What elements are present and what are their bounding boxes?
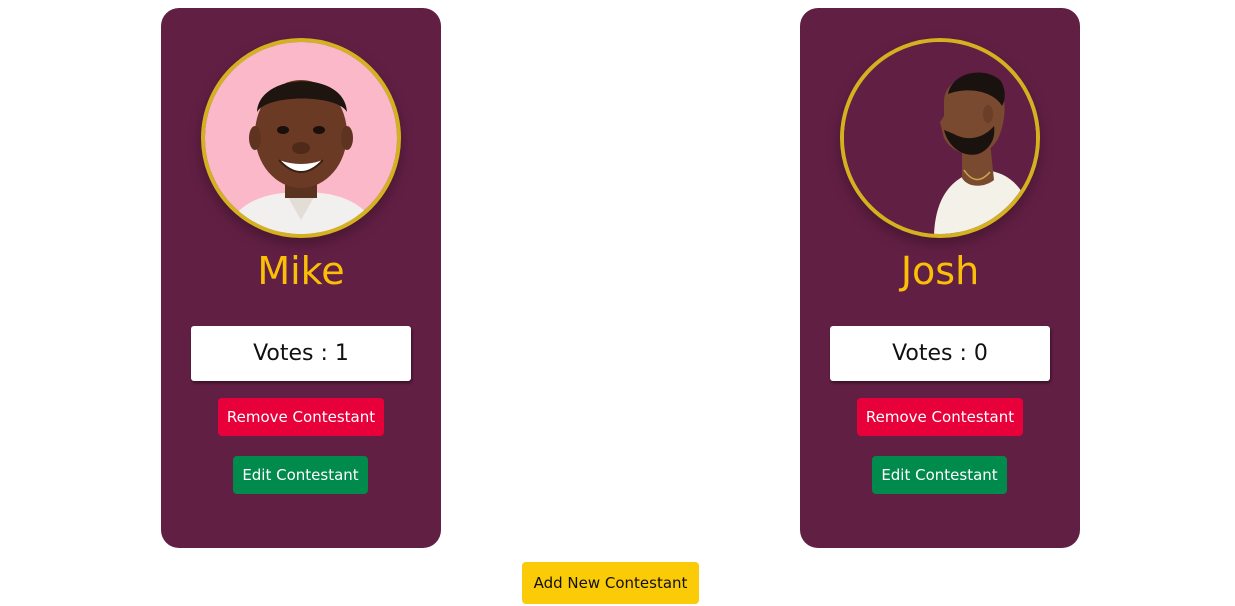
votes-count: Votes : 0 <box>830 326 1050 381</box>
contestant-card: Josh Votes : 0 Remove Contestant Edit Co… <box>800 8 1080 548</box>
contestant-card: Mike Votes : 1 Remove Contestant Edit Co… <box>161 8 441 548</box>
contestant-photo-image <box>844 42 1036 234</box>
contestant-photo-image <box>205 42 397 234</box>
add-new-contestant-button[interactable]: Add New Contestant <box>522 562 699 604</box>
edit-contestant-button[interactable]: Edit Contestant <box>872 456 1007 494</box>
contestant-photo <box>840 38 1040 238</box>
contestant-name: Mike <box>257 249 345 293</box>
remove-contestant-button[interactable]: Remove Contestant <box>218 398 384 436</box>
edit-contestant-button[interactable]: Edit Contestant <box>233 456 368 494</box>
contestant-photo <box>201 38 401 238</box>
contestant-name: Josh <box>900 249 980 293</box>
contestants-page: Mike Votes : 1 Remove Contestant Edit Co… <box>0 0 1235 606</box>
remove-contestant-button[interactable]: Remove Contestant <box>857 398 1023 436</box>
votes-count: Votes : 1 <box>191 326 411 381</box>
